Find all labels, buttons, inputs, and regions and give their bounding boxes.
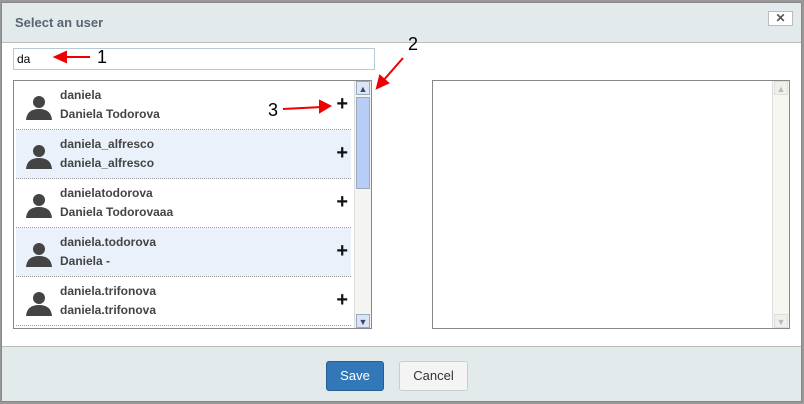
annotation-2: 2: [408, 34, 419, 54]
annotation-arrows: [52, 50, 404, 114]
annotation-3: 3: [268, 100, 279, 120]
annotation-1: 1: [97, 47, 108, 67]
